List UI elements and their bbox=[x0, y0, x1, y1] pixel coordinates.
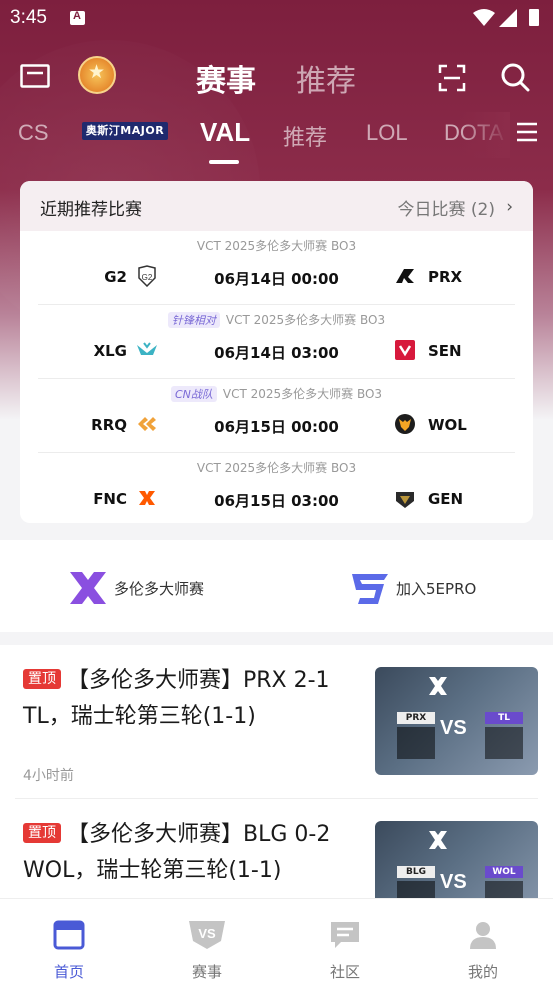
search-icon[interactable] bbox=[500, 62, 530, 92]
match-meta: 针锋相对 VCT 2025多伦多大师赛 BO3 bbox=[38, 311, 515, 328]
prx-logo-icon bbox=[396, 269, 414, 283]
pinned-badge: 置顶 bbox=[23, 823, 61, 843]
news-time: 4小时前 bbox=[23, 768, 74, 784]
game-tabs: CS 奥斯汀MAJOR VAL 推荐 LOL DOTA bbox=[0, 112, 553, 164]
news-title: 置顶 【多伦多大师赛】PRX 2-1 TL，瑞士轮第三轮(1-1) bbox=[23, 663, 353, 735]
shortcut-label: 多伦多大师赛 bbox=[114, 580, 205, 598]
medal-icon[interactable] bbox=[78, 56, 116, 94]
tabbar-profile[interactable]: 我的 bbox=[443, 919, 523, 982]
tab-game-recommend[interactable]: 推荐 bbox=[283, 120, 327, 152]
tab-matches[interactable]: 赛事 bbox=[196, 56, 256, 100]
news-thumbnail: BLG WOL VS bbox=[375, 821, 538, 900]
match-tag: 针锋相对 bbox=[167, 312, 220, 328]
team-right: GEN bbox=[428, 490, 464, 508]
tabbar-label: 社区 bbox=[329, 963, 360, 981]
thumb-team-right: WOL bbox=[485, 866, 523, 878]
top-nav: 赛事 推荐 bbox=[0, 52, 553, 104]
tab-recommend[interactable]: 推荐 bbox=[296, 56, 356, 100]
tabs-fade bbox=[460, 112, 510, 158]
tab-austin-major[interactable]: 奥斯汀MAJOR bbox=[82, 122, 168, 140]
tl-logo-icon bbox=[485, 727, 523, 759]
card-header: 近期推荐比赛 今日比赛 (2) › bbox=[20, 181, 533, 231]
gen-logo-icon bbox=[396, 492, 414, 508]
news-title: 置顶 【多伦多大师赛】BLG 0-2 WOL，瑞士轮第三轮(1-1) bbox=[23, 817, 353, 889]
match-row[interactable]: 针锋相对 VCT 2025多伦多大师赛 BO3 XLG 06月14日 03:00 … bbox=[38, 305, 515, 379]
tab-lol[interactable]: LOL bbox=[366, 120, 408, 146]
match-row[interactable]: CN战队 VCT 2025多伦多大师赛 BO3 RRQ 06月15日 00:00 … bbox=[38, 379, 515, 453]
signal-icon bbox=[499, 9, 517, 27]
status-time: 3:45 bbox=[10, 7, 47, 28]
chat-icon bbox=[331, 922, 359, 948]
home-icon bbox=[53, 920, 85, 950]
news-feed: 置顶 【多伦多大师赛】PRX 2-1 TL，瑞士轮第三轮(1-1) 4小时前 PR… bbox=[0, 645, 553, 900]
menu-icon[interactable] bbox=[517, 122, 537, 142]
thumb-team-left: BLG bbox=[397, 866, 435, 878]
match-tag: CN战队 bbox=[170, 386, 217, 402]
match-row[interactable]: VCT 2025多伦多大师赛 BO3 G2 G2 06月14日 00:00 PR… bbox=[38, 231, 515, 305]
shortcut-label: 加入5EPRO bbox=[396, 580, 477, 598]
recommended-matches-card: 近期推荐比赛 今日比赛 (2) › VCT 2025多伦多大师赛 BO3 G2 … bbox=[20, 181, 533, 523]
pinned-badge: 置顶 bbox=[23, 669, 61, 689]
thumb-team-right: TL bbox=[485, 712, 523, 724]
status-bar: 3:45 bbox=[0, 0, 553, 36]
news-title-text: 【多伦多大师赛】PRX 2-1 TL，瑞士轮第三轮(1-1) bbox=[23, 668, 330, 729]
mail-icon[interactable] bbox=[20, 64, 50, 88]
masters-logo-icon bbox=[429, 831, 447, 849]
tabbar-matches[interactable]: VS 赛事 bbox=[167, 919, 247, 982]
scan-icon[interactable] bbox=[438, 64, 466, 92]
news-thumbnail: PRX TL VS bbox=[375, 667, 538, 775]
tabbar-label: 首页 bbox=[53, 963, 84, 981]
tab-cs[interactable]: CS bbox=[18, 120, 49, 146]
today-matches-link[interactable]: 今日比赛 (2) bbox=[398, 195, 495, 220]
prx-logo-icon bbox=[397, 727, 435, 759]
match-event: VCT 2025多伦多大师赛 BO3 bbox=[222, 387, 383, 401]
tab-indicator bbox=[209, 160, 239, 164]
card-title: 近期推荐比赛 bbox=[40, 200, 142, 220]
vct-masters-icon bbox=[70, 572, 106, 604]
match-event: VCT 2025多伦多大师赛 BO3 bbox=[225, 313, 386, 327]
chevron-right-icon[interactable]: › bbox=[506, 197, 513, 217]
shortcut-area: 多伦多大师赛 加入5EPRO bbox=[0, 540, 553, 632]
bottom-tab-bar: 首页 VS 赛事 社区 我的 bbox=[0, 898, 553, 984]
wifi-icon bbox=[473, 9, 495, 26]
match-row[interactable]: VCT 2025多伦多大师赛 BO3 FNC 06月15日 03:00 GEN bbox=[38, 453, 515, 523]
tabbar-community[interactable]: 社区 bbox=[305, 919, 385, 982]
user-icon bbox=[470, 922, 496, 949]
masters-logo-icon bbox=[429, 677, 447, 695]
battery-icon bbox=[529, 9, 539, 26]
news-item[interactable]: 置顶 【多伦多大师赛】BLG 0-2 WOL，瑞士轮第三轮(1-1) BLG WO… bbox=[0, 799, 553, 900]
thumb-team-left: PRX bbox=[397, 712, 435, 724]
thumb-vs: VS bbox=[440, 871, 467, 893]
shortcut-join-5epro[interactable]: 加入5EPRO bbox=[350, 568, 500, 608]
team-right: WOL bbox=[428, 416, 467, 434]
match-event: VCT 2025多伦多大师赛 BO3 bbox=[196, 239, 357, 253]
tab-val[interactable]: VAL bbox=[200, 117, 250, 148]
shortcut-toronto-masters[interactable]: 多伦多大师赛 bbox=[68, 568, 228, 608]
5epro-logo-icon bbox=[352, 574, 388, 604]
tabbar-label: 我的 bbox=[467, 963, 498, 981]
tabbar-label: 赛事 bbox=[191, 963, 222, 981]
svg-text:VS: VS bbox=[198, 926, 216, 941]
match-meta: VCT 2025多伦多大师赛 BO3 bbox=[38, 459, 515, 476]
accessibility-icon bbox=[70, 10, 85, 25]
tabbar-home[interactable]: 首页 bbox=[29, 919, 109, 982]
team-right: SEN bbox=[428, 342, 462, 360]
thumb-vs: VS bbox=[440, 717, 467, 739]
team-right: PRX bbox=[428, 268, 463, 286]
vs-icon: VS bbox=[189, 921, 225, 949]
news-title-text: 【多伦多大师赛】BLG 0-2 WOL，瑞士轮第三轮(1-1) bbox=[23, 822, 331, 883]
wol-logo-icon bbox=[395, 414, 415, 434]
match-meta: CN战队 VCT 2025多伦多大师赛 BO3 bbox=[38, 385, 515, 402]
match-event: VCT 2025多伦多大师赛 BO3 bbox=[196, 461, 357, 475]
match-meta: VCT 2025多伦多大师赛 BO3 bbox=[38, 237, 515, 254]
news-item[interactable]: 置顶 【多伦多大师赛】PRX 2-1 TL，瑞士轮第三轮(1-1) 4小时前 PR… bbox=[0, 645, 553, 799]
sen-logo-icon bbox=[395, 340, 415, 360]
